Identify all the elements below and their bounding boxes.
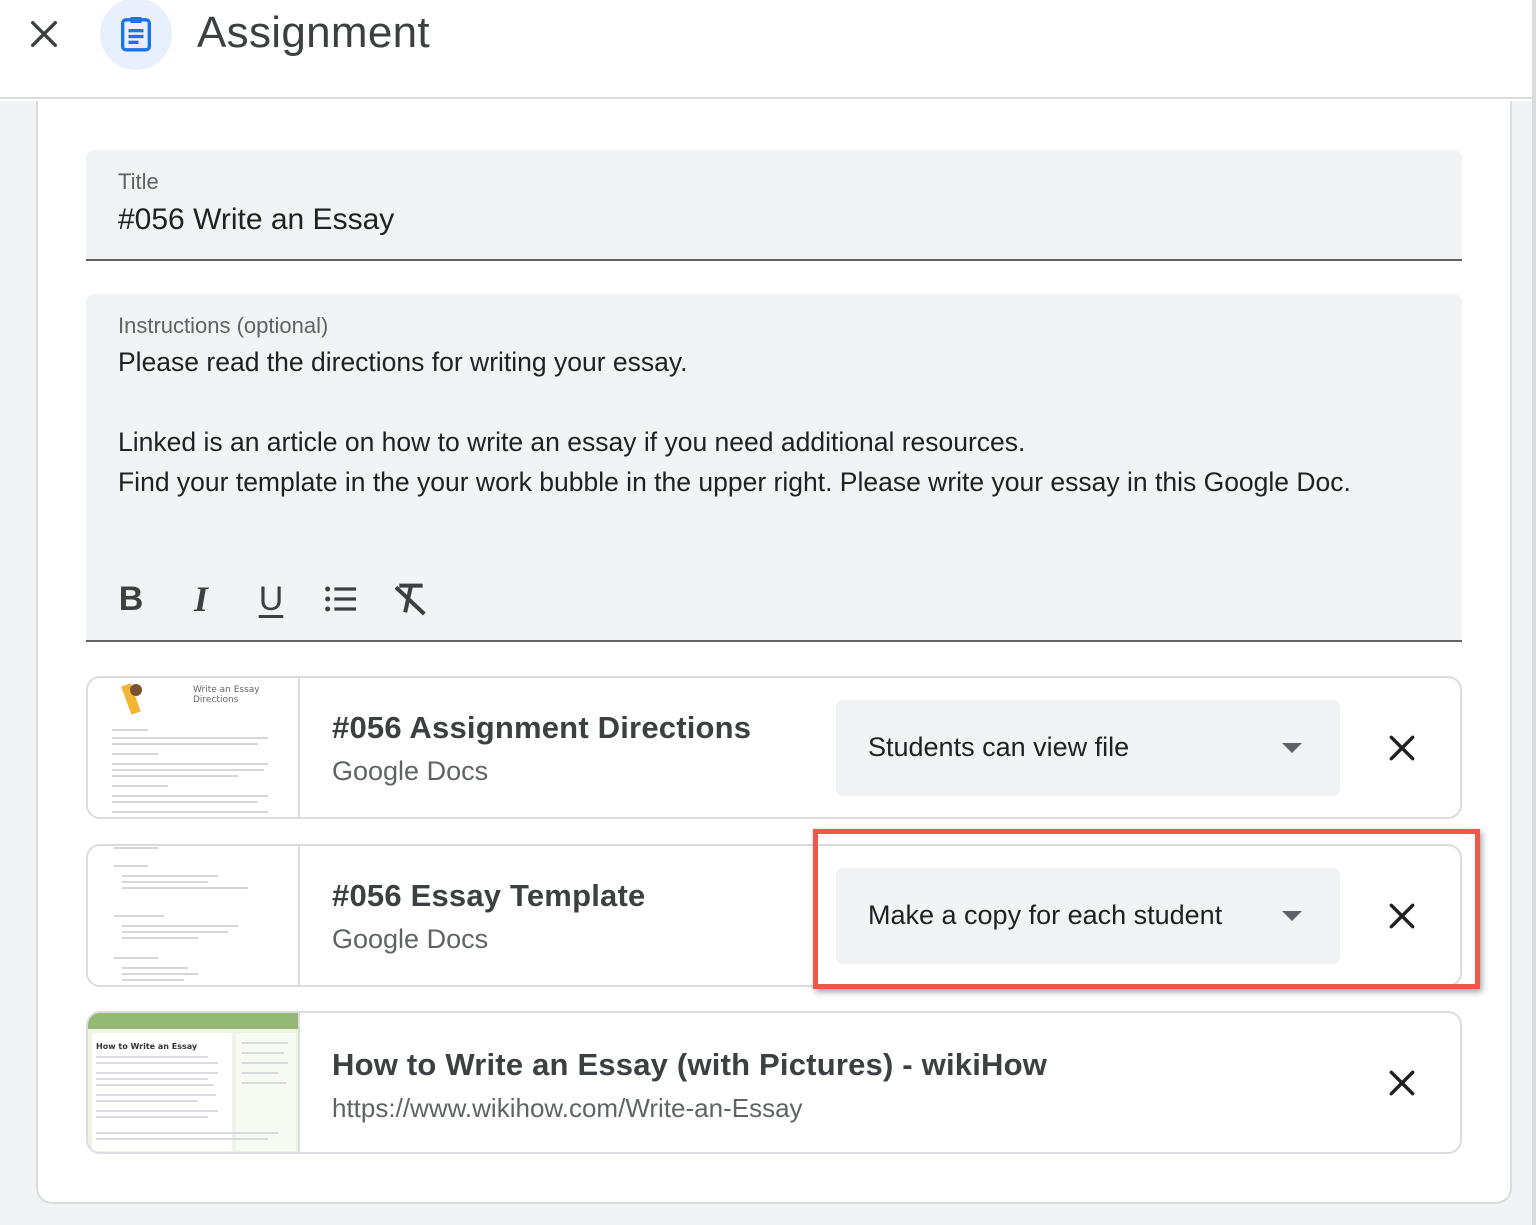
page-title: Assignment [197, 8, 430, 57]
window-edge [1532, 0, 1536, 1225]
remove-attachment-button[interactable] [1378, 892, 1426, 940]
close-button[interactable] [20, 10, 68, 58]
attachment-card[interactable]: Write an Essay Directions #056 Assignment… [86, 676, 1462, 819]
instructions-field[interactable]: Instructions (optional) Please read the … [86, 294, 1462, 642]
instructions-input[interactable]: Please read the directions for writing y… [118, 342, 1438, 502]
attachment-title[interactable]: #056 Assignment Directions [332, 710, 751, 746]
close-icon [30, 20, 58, 48]
thumb-heading: How to Write an Essay [96, 1042, 198, 1051]
doc-thumbnail: Write an Essay Directions [88, 678, 300, 817]
attachment-card[interactable]: How to Write an Essay How to Write an Es… [86, 1011, 1462, 1154]
instructions-paragraph [118, 382, 1438, 422]
attachment-source: Google Docs [332, 756, 489, 786]
doc-thumbnail-image: Write an Essay Directions [112, 683, 268, 813]
remove-attachment-button[interactable] [1378, 1059, 1426, 1107]
instructions-paragraph: Find your template in the your work bubb… [118, 467, 1351, 497]
clear-formatting-button[interactable] [384, 572, 438, 626]
underline-button[interactable]: U [244, 572, 298, 626]
share-permission-dropdown[interactable]: Make a copy for each student [836, 868, 1340, 964]
attachment-url[interactable]: https://www.wikihow.com/Write-an-Essay [332, 1093, 803, 1124]
caret-down-icon [1282, 743, 1302, 753]
bold-button[interactable]: B [104, 572, 158, 626]
attachment-title[interactable]: #056 Essay Template [332, 878, 645, 914]
bulleted-list-button[interactable] [314, 572, 368, 626]
bulleted-list-icon [325, 586, 356, 612]
title-label: Title [118, 169, 159, 194]
title-input[interactable]: #056 Write an Essay [118, 203, 394, 237]
clear-formatting-icon [394, 583, 426, 616]
formatting-toolbar: B I U [104, 572, 454, 626]
close-icon [1389, 1070, 1415, 1096]
assignment-icon-badge [100, 0, 172, 70]
attachment-source: Google Docs [332, 924, 489, 954]
doc-thumbnail [88, 846, 300, 985]
thumb-heading: Write an Essay Directions [193, 685, 260, 705]
doc-thumbnail-image [114, 847, 248, 981]
instructions-paragraph: Linked is an article on how to write an … [118, 427, 1026, 457]
caret-down-icon [1282, 911, 1302, 921]
attachment-card[interactable]: #056 Essay Template Google Docs Make a c… [86, 844, 1462, 987]
instructions-label: Instructions (optional) [118, 313, 329, 338]
share-permission-dropdown[interactable]: Students can view file [836, 700, 1340, 796]
title-field[interactable]: Title #056 Write an Essay [86, 150, 1462, 261]
dropdown-selected-value: Make a copy for each student [868, 900, 1223, 930]
link-thumbnail-image: How to Write an Essay [88, 1013, 298, 1151]
close-icon [1389, 903, 1415, 929]
remove-attachment-button[interactable] [1378, 724, 1426, 772]
italic-button[interactable]: I [174, 572, 228, 626]
app-header: Assignment [0, 0, 1536, 99]
assignment-clipboard-icon [121, 17, 151, 52]
attachment-title[interactable]: How to Write an Essay (with Pictures) - … [332, 1047, 1047, 1083]
close-icon [1389, 735, 1415, 761]
instructions-paragraph: Please read the directions for writing y… [118, 347, 688, 377]
link-thumbnail: How to Write an Essay [88, 1013, 300, 1152]
dropdown-selected-value: Students can view file [868, 732, 1130, 762]
